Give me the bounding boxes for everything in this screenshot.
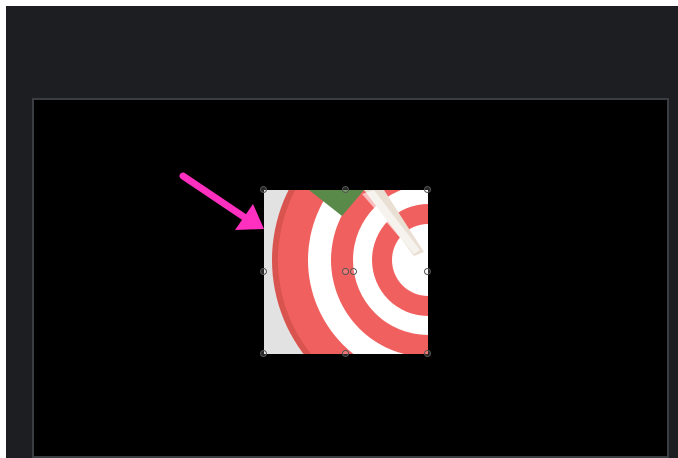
pointer-arrow-icon [179, 172, 264, 230]
resize-handle-bottom-left[interactable] [260, 350, 267, 357]
center-handle[interactable] [342, 268, 349, 275]
resize-handle-bottom-right[interactable] [424, 350, 431, 357]
resize-handle-middle-left[interactable] [260, 268, 267, 275]
selected-image-layer[interactable] [260, 186, 431, 357]
resize-handle-middle-right[interactable] [424, 268, 431, 275]
resize-handle-top-right[interactable] [424, 186, 431, 193]
resize-handle-bottom-center[interactable] [342, 350, 349, 357]
rotate-handle[interactable] [350, 268, 357, 275]
resize-handle-top-center[interactable] [342, 186, 349, 193]
